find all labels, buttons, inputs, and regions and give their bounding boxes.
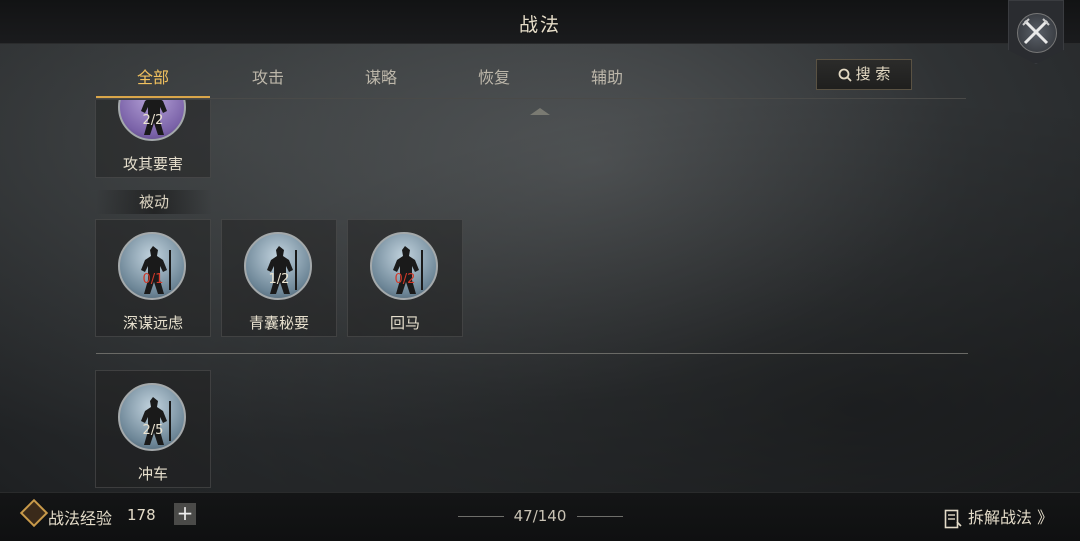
close-swords-icon (1022, 18, 1050, 45)
page-line-left (458, 516, 504, 517)
section-label-passive: 被动 (96, 190, 212, 214)
page-line-right (577, 516, 623, 517)
experience-value: 178 (127, 506, 156, 524)
page-count: 47/140 (513, 507, 567, 525)
search-label: 搜 索 (855, 65, 891, 83)
skill-card[interactable]: 1/2 青囊秘要 (221, 219, 337, 337)
skill-name: 青囊秘要 (248, 314, 309, 332)
search-button[interactable]: 搜 索 (816, 59, 912, 90)
tab-assist[interactable]: 辅助 (550, 62, 664, 96)
tab-recover[interactable]: 恢复 (437, 62, 551, 96)
skill-count: 2/5 (142, 423, 164, 438)
skill-name: 深谋远虑 (122, 314, 183, 332)
skill-name: 冲车 (137, 465, 168, 483)
search-icon (838, 68, 852, 82)
warrior-silhouette-icon (393, 246, 423, 294)
warrior-silhouette-icon (141, 246, 171, 294)
tab-strategy[interactable]: 谋略 (324, 62, 438, 96)
tabs-underline (96, 98, 966, 99)
skill-count: 0/2 (394, 272, 416, 287)
skill-card[interactable]: 0/1 深谋远虑 (95, 219, 211, 337)
tab-all[interactable]: 全部 (96, 62, 210, 98)
dismantle-skill-button[interactable]: 拆解战法 》 (944, 504, 1054, 528)
document-icon (944, 509, 962, 528)
page-title: 战法 (518, 14, 561, 36)
skill-portrait (244, 232, 312, 300)
top-bar: 战法 (0, 0, 1080, 44)
skill-portrait (118, 232, 186, 300)
up-arrow-icon[interactable] (530, 108, 550, 115)
skill-name: 攻其要害 (122, 155, 183, 173)
skill-card[interactable]: 2/5 冲车 (95, 370, 211, 488)
skill-count: 1/2 (268, 272, 290, 287)
add-experience-button[interactable]: + (174, 503, 196, 525)
tab-attack[interactable]: 攻击 (211, 62, 325, 96)
skill-portrait (118, 383, 186, 451)
skill-name: 回马 (389, 314, 420, 332)
dismantle-label: 拆解战法 》 (968, 508, 1054, 527)
experience-label: 战法经验 (48, 509, 113, 528)
warrior-silhouette-icon (267, 246, 297, 294)
skill-count: 0/1 (142, 272, 164, 287)
skill-card[interactable]: 0/2 回马 (347, 219, 463, 337)
skill-portrait (370, 232, 438, 300)
warrior-silhouette-icon (141, 397, 171, 445)
skill-count: 2/2 (142, 113, 164, 128)
section-divider (96, 353, 968, 354)
